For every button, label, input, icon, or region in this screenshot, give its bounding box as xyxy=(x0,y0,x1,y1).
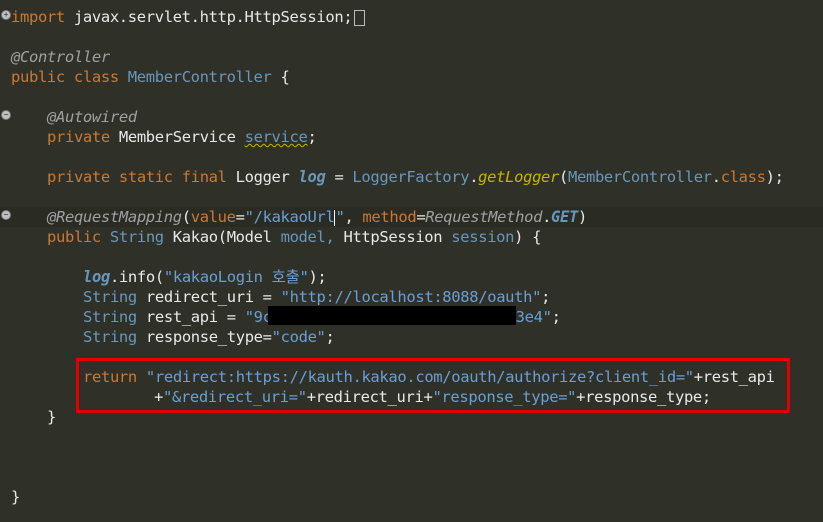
code-line-service-field[interactable]: private MemberService service; xyxy=(47,127,317,147)
code-line-method-signature[interactable]: public String Kakao(Model model, HttpSes… xyxy=(47,227,541,247)
code-line-class-declaration[interactable]: public class MemberController { xyxy=(11,67,290,87)
code-editor[interactable]: + import javax.servlet.http.HttpSession;… xyxy=(0,0,823,522)
fold-expand-icon[interactable]: + xyxy=(1,10,11,20)
folded-block-icon[interactable] xyxy=(354,9,366,26)
code-line-response-type[interactable]: String response_type="code"; xyxy=(83,327,335,347)
fold-collapse-icon[interactable]: − xyxy=(1,210,11,220)
code-line-request-mapping[interactable]: @RequestMapping(value="/kakaoUrl", metho… xyxy=(47,207,587,227)
code-line-controller-annotation[interactable]: @Controller xyxy=(11,47,110,67)
code-line-log-info[interactable]: log.info("kakaoLogin 호출"); xyxy=(83,267,327,287)
code-line-logger-field[interactable]: private static final Logger log = Logger… xyxy=(47,167,784,187)
code-line-method-close[interactable]: } xyxy=(47,407,56,427)
redaction-block xyxy=(268,306,516,325)
code-line-redirect-uri[interactable]: String redirect_uri = "http://localhost:… xyxy=(83,287,550,307)
annotation-highlight-box xyxy=(76,358,790,413)
code-line-class-close[interactable]: } xyxy=(11,487,20,507)
code-line-import[interactable]: import javax.servlet.http.HttpSession; xyxy=(11,7,366,27)
fold-collapse-icon[interactable]: − xyxy=(1,110,11,120)
code-line-autowired[interactable]: @Autowired xyxy=(47,107,137,127)
